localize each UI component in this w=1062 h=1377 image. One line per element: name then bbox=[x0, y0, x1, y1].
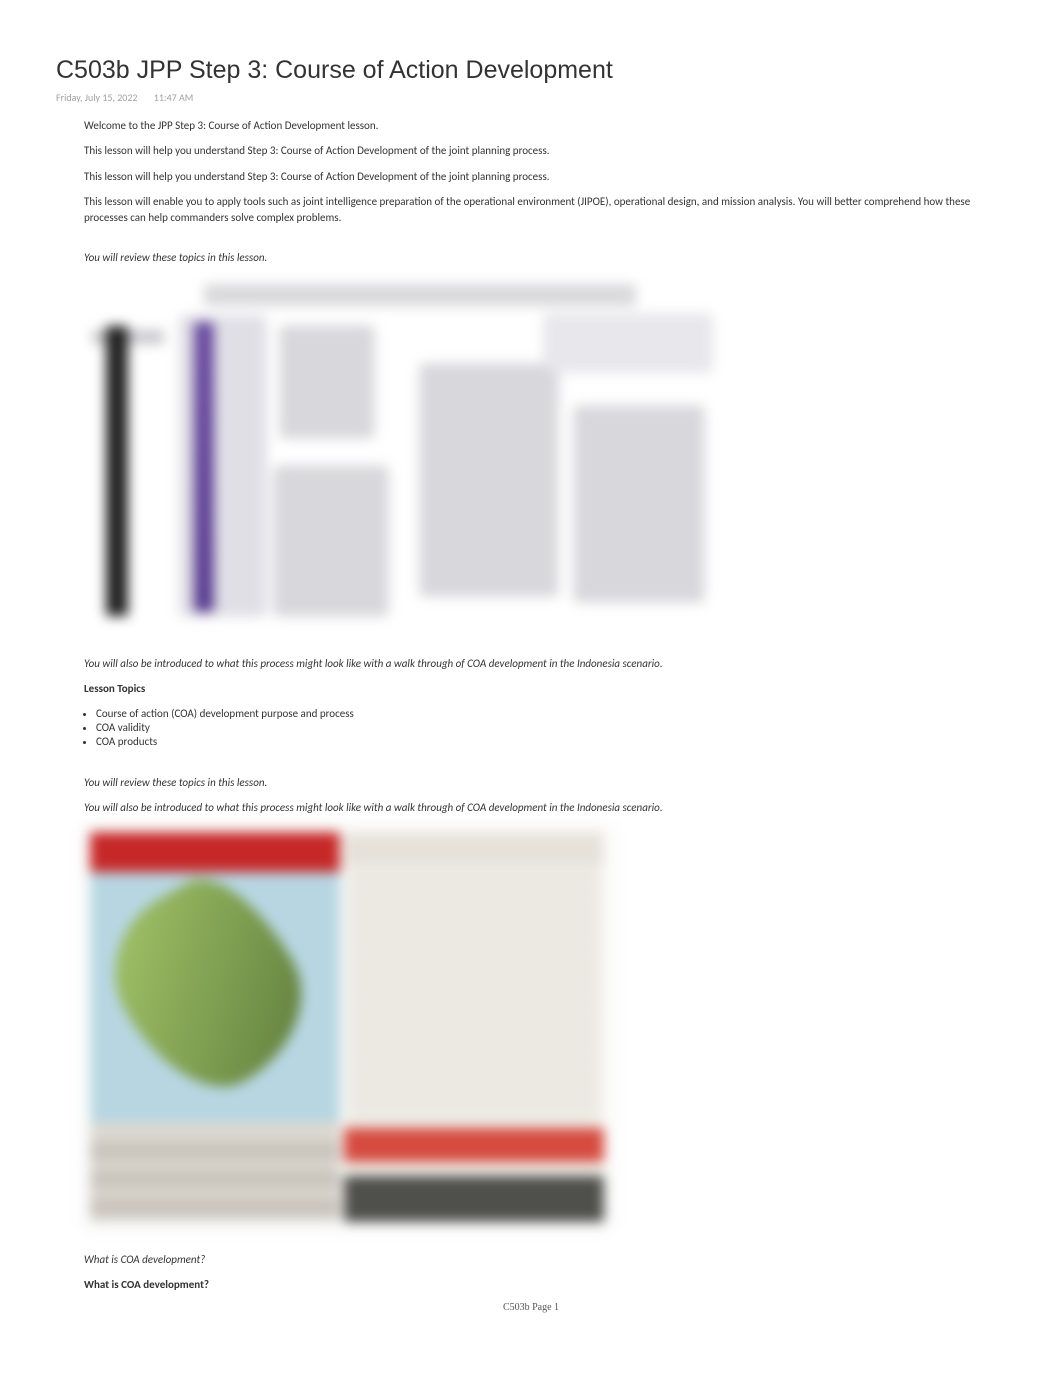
indonesia-scenario-blurred bbox=[84, 826, 612, 1228]
list-item: Course of action (COA) development purpo… bbox=[96, 707, 1006, 721]
page-title: C503b JPP Step 3: Course of Action Devel… bbox=[56, 56, 1006, 85]
meta-time: 11:47 AM bbox=[154, 91, 194, 104]
page-footer: C503b Page 1 bbox=[56, 1302, 1006, 1313]
list-item: COA products bbox=[96, 735, 1006, 749]
what-is-coa-header: What is COA development? bbox=[84, 1277, 1006, 1292]
lesson-topics-list: Course of action (COA) development purpo… bbox=[96, 707, 1006, 750]
content-body: Welcome to the JPP Step 3: Course of Act… bbox=[84, 118, 1006, 1292]
document-page: C503b JPP Step 3: Course of Action Devel… bbox=[0, 0, 1062, 1373]
intro-paragraph: This lesson will help you understand Ste… bbox=[84, 143, 1006, 158]
intro-paragraph: This lesson will help you understand Ste… bbox=[84, 169, 1006, 184]
review-topics-line: You will review these topics in this les… bbox=[84, 250, 1006, 265]
intro-paragraph: Welcome to the JPP Step 3: Course of Act… bbox=[84, 118, 1006, 133]
scenario-intro-line: You will also be introduced to what this… bbox=[84, 656, 1006, 671]
meta-date: Friday, July 15, 2022 bbox=[56, 91, 138, 104]
review-topics-line: You will review these topics in this les… bbox=[84, 775, 1006, 790]
intro-paragraph: This lesson will enable you to apply too… bbox=[84, 194, 1006, 225]
list-item: COA validity bbox=[96, 721, 1006, 735]
page-meta: Friday, July 15, 2022 11:47 AM bbox=[56, 91, 1006, 104]
lesson-topics-header: Lesson Topics bbox=[84, 681, 1006, 696]
scenario-intro-line: You will also be introduced to what this… bbox=[84, 800, 1006, 815]
process-diagram-blurred bbox=[84, 276, 716, 636]
what-is-coa-question: What is COA development? bbox=[84, 1252, 1006, 1267]
